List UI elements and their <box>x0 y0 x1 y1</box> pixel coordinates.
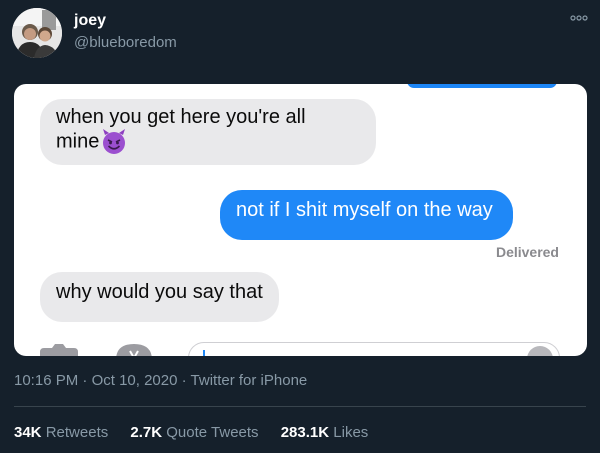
meta-separator: · <box>181 372 187 389</box>
author-display-name[interactable]: joey <box>74 12 106 30</box>
more-options-icon[interactable] <box>570 14 588 22</box>
message-text: mine <box>56 130 100 153</box>
quote-tweets-label: Quote Tweets <box>166 424 259 441</box>
app-store-icon[interactable] <box>112 342 156 356</box>
tweet-timestamp[interactable]: 10:16 PM · Oct 10, 2020 · Twitter for iP… <box>14 372 307 389</box>
likes-stat[interactable]: 283.1K Likes <box>281 424 369 441</box>
tweet-source[interactable]: Twitter for iPhone <box>191 372 308 389</box>
incoming-message-bubble: when you get here you're all mine <box>40 99 376 165</box>
author-handle[interactable]: @blueboredom <box>74 34 177 51</box>
message-text: not if I shit myself on the way <box>236 199 493 221</box>
smiling-imp-emoji-icon <box>103 129 126 154</box>
audio-record-icon[interactable] <box>527 346 553 356</box>
meta-separator: · <box>82 372 88 389</box>
quote-tweets-count: 2.7K <box>130 424 163 441</box>
message-text: when you get here you're all <box>56 106 306 128</box>
incoming-message-bubble: why would you say that <box>40 272 279 322</box>
message-input-bar <box>14 338 587 356</box>
retweets-label: Retweets <box>45 424 109 441</box>
likes-count: 283.1K <box>280 424 330 441</box>
likes-label: Likes <box>333 424 369 441</box>
divider <box>14 406 586 407</box>
tweet-date: Oct 10, 2020 <box>91 372 178 389</box>
message-text: why would you say that <box>56 281 263 303</box>
tweet-time: 10:16 PM <box>14 372 79 389</box>
tweet-media-image[interactable]: when you get here you're all mine not if… <box>14 84 587 356</box>
delivered-status: Delivered <box>495 244 559 260</box>
outgoing-message-bubble: not if I shit myself on the way <box>220 190 513 240</box>
engagement-stats: 34K Retweets 2.7K Quote Tweets 283.1K Li… <box>14 424 386 441</box>
previous-message-bubble <box>407 84 557 88</box>
camera-icon[interactable] <box>38 344 80 356</box>
avatar-photo-icon <box>12 8 62 58</box>
text-cursor <box>203 350 205 356</box>
retweets-count: 34K <box>14 424 42 441</box>
retweets-stat[interactable]: 34K Retweets <box>14 424 108 441</box>
avatar[interactable] <box>12 8 62 58</box>
quote-tweets-stat[interactable]: 2.7K Quote Tweets <box>130 424 258 441</box>
tweet-card: joey @blueboredom when you get here you'… <box>0 0 600 453</box>
imessage-text-field[interactable] <box>188 342 560 356</box>
